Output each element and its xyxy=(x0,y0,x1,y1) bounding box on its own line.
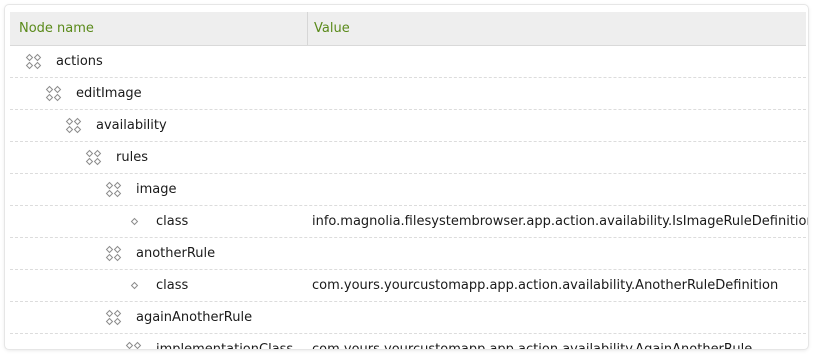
table-header: Node name Value xyxy=(10,12,806,46)
table-row[interactable]: class info.magnolia.filesystembrowser.app… xyxy=(10,206,808,238)
node-value: info.magnolia.filesystembrowser.app.acti… xyxy=(312,214,808,229)
node-name: rules xyxy=(116,150,148,165)
table-row[interactable]: image xyxy=(10,174,806,206)
node-icon xyxy=(104,174,124,205)
node-name: class xyxy=(156,214,189,229)
table-row[interactable]: actions xyxy=(10,46,806,78)
node-name: againAnotherRule xyxy=(136,310,253,325)
table-row[interactable]: anotherRule xyxy=(10,238,806,270)
node-icon xyxy=(104,302,124,333)
node-value: com.yours.yourcustomapp.app.action.avail… xyxy=(312,334,752,349)
column-divider[interactable] xyxy=(307,12,308,45)
node-icon xyxy=(84,142,104,173)
node-name: class xyxy=(156,278,189,293)
node-name: anotherRule xyxy=(136,246,216,261)
node-name: implementationClass xyxy=(156,334,293,349)
table-row[interactable]: editImage xyxy=(10,78,806,110)
node-name: actions xyxy=(56,54,103,69)
column-header-value[interactable]: Value xyxy=(314,12,350,45)
column-header-node-name[interactable]: Node name xyxy=(19,12,94,45)
tree-table-panel: Node name Value actions editImage availabi… xyxy=(5,5,808,349)
node-name: availability xyxy=(96,118,167,133)
table-row[interactable]: class com.yours.yourcustomapp.app.action.… xyxy=(10,270,806,302)
node-icon xyxy=(24,46,44,77)
property-icon xyxy=(124,206,144,237)
table-row[interactable]: againAnotherRule xyxy=(10,302,806,334)
table-row[interactable]: availability xyxy=(10,110,806,142)
property-icon xyxy=(124,270,144,301)
node-icon xyxy=(64,110,84,141)
node-icon xyxy=(44,78,64,109)
node-icon xyxy=(124,334,144,349)
tree-rows: actions editImage availability rules image cl… xyxy=(10,46,808,349)
node-value: com.yours.yourcustomapp.app.action.avail… xyxy=(312,278,779,293)
node-name: editImage xyxy=(76,86,142,101)
table-row[interactable]: implementationClass com.yours.yourcustoma… xyxy=(10,334,806,349)
node-icon xyxy=(104,238,124,269)
table-row[interactable]: rules xyxy=(10,142,806,174)
node-name: image xyxy=(136,182,177,197)
